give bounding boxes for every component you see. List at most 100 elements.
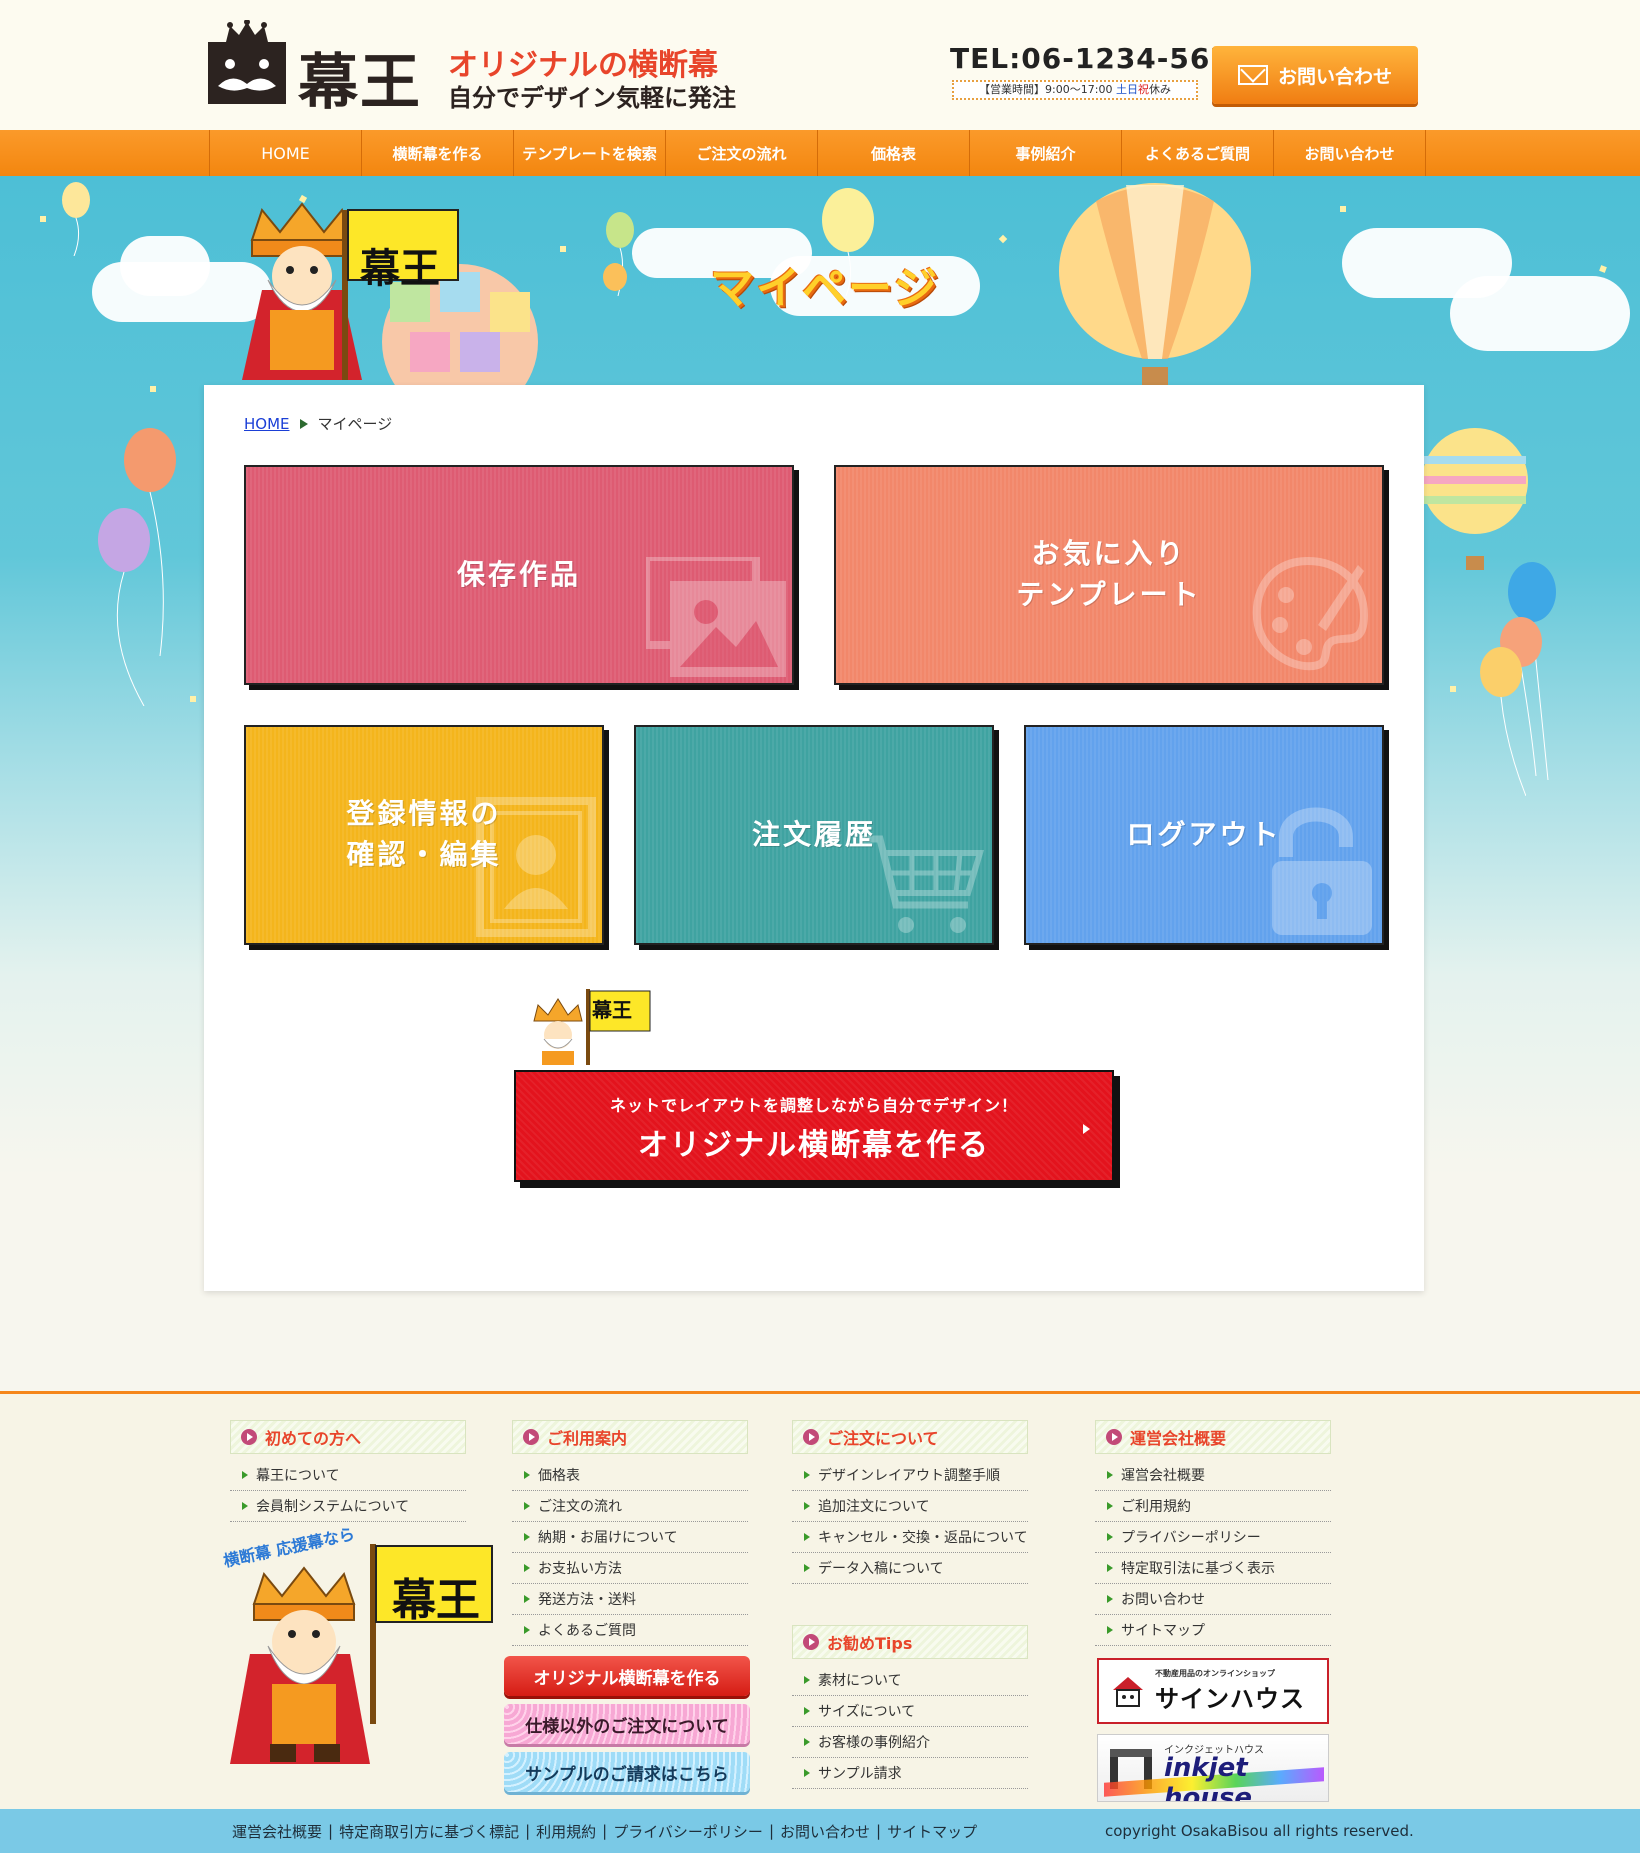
separator: | [525, 1822, 531, 1840]
logout-tile[interactable]: ログアウト [1024, 725, 1384, 945]
footer-col-beginners: 初めての方へ 幕王について 会員制システムについて [230, 1420, 466, 1522]
phone-number: TEL:06-1234-5678 [950, 42, 1252, 75]
footer-link[interactable]: お支払い方法 [512, 1553, 748, 1584]
nav-item-faq[interactable]: よくあるご質問 [1122, 130, 1274, 176]
footer-link[interactable]: お問い合わせ [1095, 1584, 1331, 1615]
footer-link[interactable]: キャンセル・交換・返品について [792, 1522, 1028, 1553]
business-hours: 【営業時間】9:00〜17:00 土日祝休み [952, 80, 1198, 100]
footer-link[interactable]: 価格表 [512, 1460, 748, 1491]
logout-label: ログアウト [1126, 817, 1282, 851]
saved-works-label: 保存作品 [456, 557, 581, 591]
footer-link[interactable]: ご注文の流れ [512, 1491, 748, 1522]
cta-flag-text: 幕王 [592, 998, 632, 1022]
footer-link[interactable]: サイズについて [792, 1696, 1028, 1727]
footer-link[interactable]: 幕王について [230, 1460, 466, 1491]
bottom-link-sitemap[interactable]: サイトマップ [887, 1821, 977, 1842]
bottom-link-commerce-law[interactable]: 特定商取引方に基づく標記 [339, 1821, 519, 1842]
footer-link[interactable]: サイトマップ [1095, 1615, 1331, 1646]
nav-item-price-list[interactable]: 価格表 [818, 130, 970, 176]
bottom-link-company[interactable]: 運営会社概要 [232, 1821, 322, 1842]
inkjet-house-name: inkjet house [1164, 1753, 1252, 1802]
nav-item-template-search[interactable]: テンプレートを検索 [514, 130, 666, 176]
bottom-link-terms[interactable]: 利用規約 [536, 1821, 596, 1842]
breadcrumb: HOME マイページ [244, 413, 392, 434]
footer-link[interactable]: プライバシーポリシー [1095, 1522, 1331, 1553]
king-mascot-icon [533, 989, 651, 1065]
footer-link[interactable]: 納期・お届けについて [512, 1522, 748, 1553]
footer-link[interactable]: お客様の事例紹介 [792, 1727, 1028, 1758]
balloon-decoration [603, 263, 627, 291]
order-history-label: 注文履歴 [751, 817, 876, 851]
global-nav: HOME 横断幕を作る テンプレートを検索 ご注文の流れ 価格表 事例紹介 よく… [0, 130, 1640, 176]
footer-link[interactable]: デザインレイアウト調整手順 [792, 1460, 1028, 1491]
sign-house-banner[interactable]: 不動産用品のオンラインショップ サインハウス [1097, 1658, 1329, 1724]
footer-sample-request-button[interactable]: サンプルのご請求はこちら [504, 1752, 750, 1792]
bottom-link-contact[interactable]: お問い合わせ [780, 1821, 870, 1842]
footer-create-banner-button[interactable]: オリジナル横断幕を作る [504, 1656, 750, 1696]
favorite-templates-tile[interactable]: お気に入り テンプレート [834, 465, 1384, 685]
contact-button[interactable]: お問い合わせ [1212, 46, 1418, 104]
footer-link[interactable]: 素材について [792, 1665, 1028, 1696]
bullet-icon [523, 1429, 539, 1445]
palette-icon [1252, 556, 1368, 671]
balloon-decoration [1480, 647, 1526, 796]
footer-col-guide: ご利用案内 価格表 ご注文の流れ 納期・お届けについて お支払い方法 発送方法・… [512, 1420, 748, 1646]
separator: | [768, 1822, 774, 1840]
create-banner-cta-button[interactable]: ネットでレイアウトを調整しながら自分でデザイン！ オリジナル横断幕を作る [514, 1070, 1114, 1182]
bottom-link-privacy[interactable]: プライバシーポリシー [613, 1821, 763, 1842]
nav-item-order-flow[interactable]: ご注文の流れ [666, 130, 818, 176]
confetti-decoration [998, 234, 1008, 244]
bottom-bar: 運営会社概要 | 特定商取引方に基づく標記 | 利用規約 | プライバシーポリシ… [0, 1809, 1640, 1853]
nav-item-home[interactable]: HOME [210, 130, 362, 176]
site-header: 幕王 オリジナルの横断幕 自分でデザイン気軽に発注 TEL:06-1234-56… [0, 0, 1640, 130]
bullet-icon [803, 1634, 819, 1650]
separator: | [876, 1822, 882, 1840]
footer-link[interactable]: ご利用規約 [1095, 1491, 1331, 1522]
footer-col-ordering: ご注文について デザインレイアウト調整手順 追加注文について キャンセル・交換・… [792, 1420, 1028, 1584]
breadcrumb-home-link[interactable]: HOME [244, 415, 290, 433]
hours-label: 【営業時間】9:00〜17:00 [979, 83, 1113, 96]
footer-custom-order-button[interactable]: 仕様以外のご注文について [504, 1704, 750, 1744]
footer-link[interactable]: 発送方法・送料 [512, 1584, 748, 1615]
nav-item-contact[interactable]: お問い合わせ [1274, 130, 1426, 176]
footer-link[interactable]: 追加注文について [792, 1491, 1028, 1522]
bullet-icon [803, 1429, 819, 1445]
saved-works-tile[interactable]: 保存作品 [244, 465, 794, 685]
hot-air-balloon-decoration [1059, 183, 1251, 385]
footer-heading: お勧めTips [792, 1625, 1028, 1659]
balloon-decoration [98, 508, 150, 706]
copyright: copyright OsakaBisou all rights reserved… [1105, 1822, 1414, 1840]
footer-link[interactable]: 会員制システムについて [230, 1491, 466, 1522]
site-logo[interactable]: 幕王 オリジナルの横断幕 自分でデザイン気軽に発注 [208, 20, 738, 118]
footer-heading: ご注文について [792, 1420, 1028, 1454]
separator: | [328, 1822, 334, 1840]
house-icon [1113, 1677, 1143, 1707]
footer-mascot-flag-text: 幕王 [392, 1575, 480, 1626]
confetti-decoration [1599, 265, 1607, 273]
footer-col-company: 運営会社概要 運営会社概要 ご利用規約 プライバシーポリシー 特定取引法に基づく… [1095, 1420, 1331, 1646]
footer-heading: ご利用案内 [512, 1420, 748, 1454]
footer-link[interactable]: 運営会社概要 [1095, 1460, 1331, 1491]
inkjet-house-banner[interactable]: インクジェットハウス inkjet house [1097, 1734, 1329, 1802]
page-title: マイページ [710, 263, 940, 314]
profile-tile[interactable]: 登録情報の 確認・編集 [244, 725, 604, 945]
separator: | [602, 1822, 608, 1840]
footer-link[interactable]: 特定取引法に基づく表示 [1095, 1553, 1331, 1584]
footer-link[interactable]: データ入稿について [792, 1553, 1028, 1584]
footer-link[interactable]: サンプル請求 [792, 1758, 1028, 1789]
footer-link[interactable]: よくあるご質問 [512, 1615, 748, 1646]
footer-heading: 運営会社概要 [1095, 1420, 1331, 1454]
breadcrumb-arrow-icon [299, 418, 308, 429]
nav-item-case-studies[interactable]: 事例紹介 [970, 130, 1122, 176]
mypage-panel: HOME マイページ 保存作品 お気に入りテンプレート 登録情報の確認・編集 [204, 385, 1424, 1291]
sign-house-name: サインハウス [1155, 1685, 1305, 1713]
profile-label: 登録情報の 確認・編集 [346, 797, 502, 871]
sign-house-tagline: 不動産用品のオンラインショップ [1155, 1669, 1275, 1678]
footer-heading: 初めての方へ [230, 1420, 466, 1454]
hours-closed-weekend: 土日 [1115, 83, 1138, 96]
logo-text: 幕王 [298, 48, 422, 118]
favorite-templates-label: お気に入り テンプレート [1016, 537, 1202, 611]
confetti-decoration [560, 246, 566, 252]
nav-item-create-banner[interactable]: 横断幕を作る [362, 130, 514, 176]
order-history-tile[interactable]: 注文履歴 [634, 725, 994, 945]
